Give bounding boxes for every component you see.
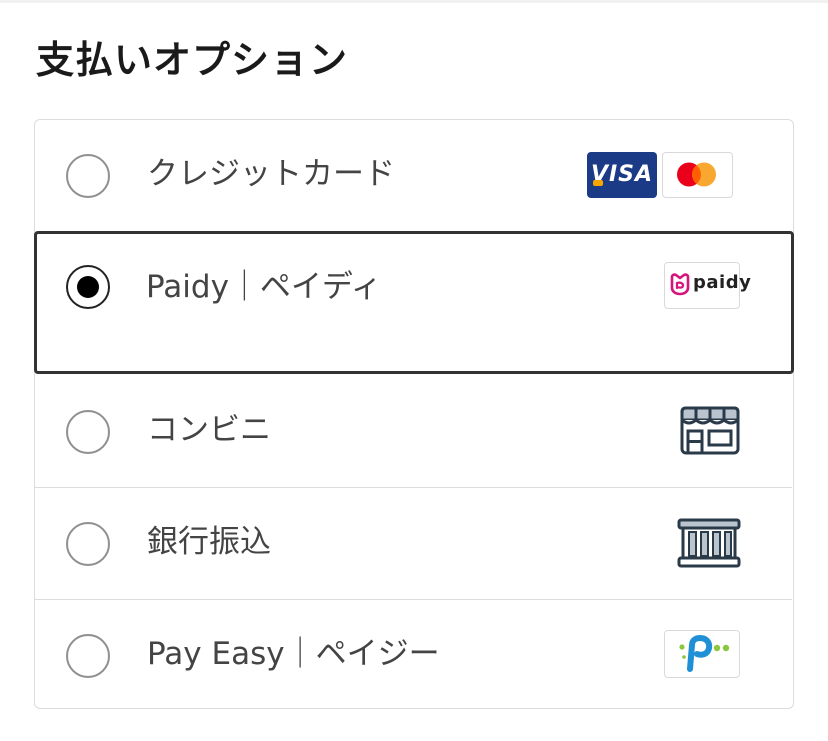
mastercard-circles bbox=[677, 162, 716, 187]
bank-icon bbox=[677, 518, 741, 568]
radio-bank-transfer[interactable] bbox=[66, 522, 110, 566]
paidy-mark-icon bbox=[670, 273, 690, 296]
option-label-credit-card: クレジットカード bbox=[147, 156, 395, 192]
radio-payeasy[interactable] bbox=[66, 634, 110, 678]
radio-credit-card[interactable] bbox=[66, 154, 110, 198]
option-label-bank-transfer: 銀行振込 bbox=[147, 524, 271, 560]
payeasy-mark-icon bbox=[679, 634, 730, 672]
top-divider bbox=[0, 0, 828, 3]
payment-option-credit-card[interactable]: クレジットカード VISA bbox=[35, 120, 792, 232]
payeasy-logo bbox=[664, 630, 740, 678]
paidy-logo: paidy bbox=[664, 262, 751, 309]
radio-paidy[interactable] bbox=[66, 265, 110, 309]
convenience-store-icon bbox=[680, 406, 740, 455]
section-title: 支払いオプション bbox=[36, 38, 349, 82]
payment-option-paidy[interactable]: Paidy｜ペイディ paidy bbox=[34, 231, 794, 374]
payment-option-bank-transfer[interactable]: 銀行振込 bbox=[35, 487, 792, 599]
mastercard-icon bbox=[662, 152, 733, 198]
option-label-payeasy: Pay Easy｜ペイジー bbox=[147, 636, 440, 672]
payment-option-payeasy[interactable]: Pay Easy｜ペイジー bbox=[35, 599, 792, 709]
payment-option-konbini[interactable]: コンビニ bbox=[35, 374, 792, 487]
option-label-konbini: コンビニ bbox=[147, 412, 271, 448]
option-label-paidy: Paidy｜ペイディ bbox=[146, 269, 382, 305]
payment-options-list: クレジットカード VISA Paidy｜ペイディ paidy コンビニ 銀行振込… bbox=[34, 119, 794, 709]
radio-konbini[interactable] bbox=[66, 410, 110, 454]
visa-accent bbox=[593, 180, 603, 186]
paidy-wordmark: paidy bbox=[693, 272, 752, 293]
visa-icon: VISA bbox=[587, 152, 657, 198]
